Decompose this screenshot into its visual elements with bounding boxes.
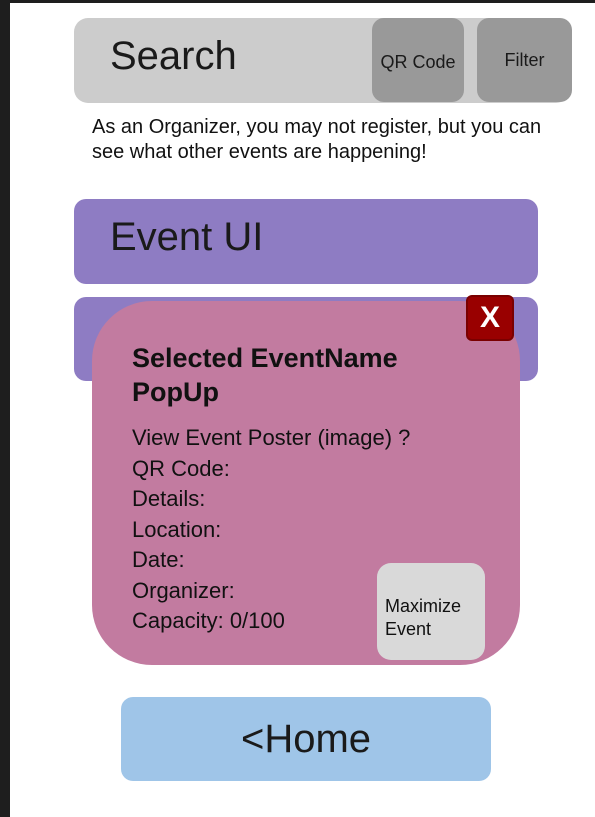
event-card-label: Event UI <box>110 215 264 259</box>
popup-title: Selected EventName PopUp <box>132 343 398 407</box>
event-card[interactable]: Event UI <box>74 199 538 284</box>
maximize-event-button[interactable]: Maximize Event <box>377 563 485 660</box>
poster-link[interactable]: View Event Poster (image) ? <box>132 423 492 454</box>
app-screen: Search QR Code Filter As an Organizer, y… <box>10 3 595 817</box>
search-bar[interactable]: Search QR Code Filter <box>74 18 572 103</box>
location-field: Location: <box>132 516 222 542</box>
home-button[interactable]: <Home <box>121 697 491 781</box>
filter-button[interactable]: Filter <box>477 18 572 102</box>
organizer-notice: As an Organizer, you may not register, b… <box>92 116 542 163</box>
close-icon[interactable]: X <box>466 295 514 341</box>
qr-code-button[interactable]: QR Code <box>372 18 464 102</box>
details-field: Details: <box>132 486 206 511</box>
event-popup: Selected EventName PopUp View Event Post… <box>92 301 520 665</box>
search-label: Search <box>110 34 237 78</box>
qr-code-field: QR Code: <box>132 455 230 481</box>
